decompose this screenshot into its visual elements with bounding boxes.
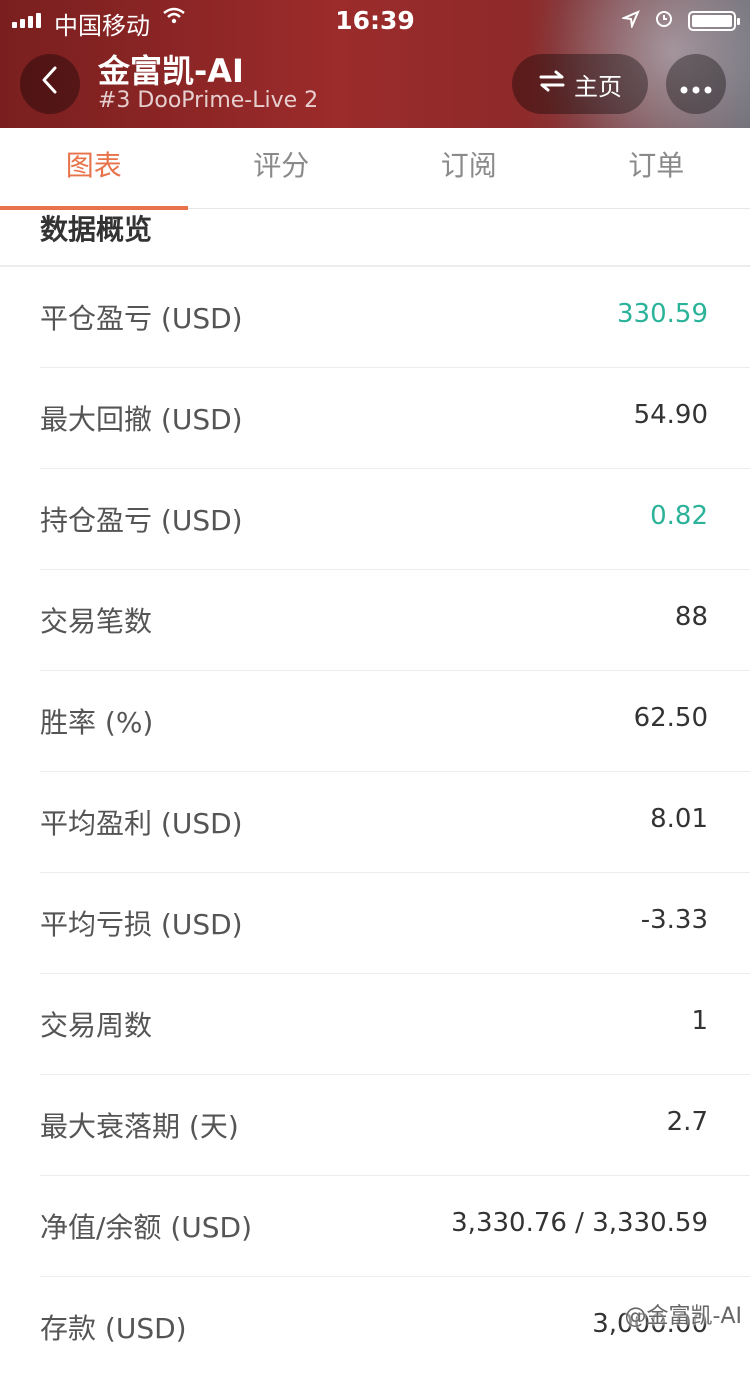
battery-icon [688,11,736,31]
stat-row: 交易笔数 88 [40,570,750,671]
stat-value: 62.50 [634,703,708,733]
more-button[interactable] [666,54,726,114]
stat-value: 88 [675,602,708,632]
more-dots-icon [680,68,712,101]
page-title: 金富凯-AI [98,46,244,92]
watermark: @金富凯-AI [625,1298,742,1330]
section-title: 数据概览 [40,208,152,248]
stat-row: 平均亏损 (USD) -3.33 [40,873,750,974]
stat-row: 胜率 (%) 62.50 [40,671,750,772]
home-button[interactable]: 主页 [512,54,648,114]
stat-value: 3,330.76 / 3,330.59 [451,1208,708,1238]
stat-value: 54.90 [634,400,708,430]
stat-row: 平均盈利 (USD) 8.01 [40,772,750,873]
stat-row: 最大回撤 (USD) 54.90 [40,368,750,469]
tab-chart[interactable]: 图表 [0,128,188,208]
home-button-label: 主页 [574,67,622,102]
swap-icon [538,69,566,99]
stat-label: 平仓盈亏 (USD) [40,297,243,337]
tab-rating[interactable]: 评分 [188,128,376,208]
stat-value: 8.01 [650,804,708,834]
stat-label: 存款 (USD) [40,1307,187,1347]
tab-orders[interactable]: 订单 [563,128,750,208]
stat-label: 净值/余额 (USD) [40,1206,252,1246]
location-icon [622,9,640,33]
chevron-left-icon [40,64,60,104]
stat-label: 持仓盈亏 (USD) [40,499,243,539]
stat-row: 交易周数 1 [40,974,750,1075]
stat-label: 胜率 (%) [40,701,153,741]
stat-value: 0.82 [650,501,708,531]
status-icons [622,8,736,33]
status-bar: 中国移动 16:39 [0,0,750,40]
stats-list: 平仓盈亏 (USD) 330.59 最大回撤 (USD) 54.90 持仓盈亏 … [0,267,750,1377]
stat-value: 1 [691,1006,708,1036]
stat-label: 交易周数 [40,1004,152,1044]
tab-subscribe[interactable]: 订阅 [375,128,563,208]
back-button[interactable] [20,54,80,114]
stat-row: 净值/余额 (USD) 3,330.76 / 3,330.59 [40,1176,750,1277]
stat-label: 交易笔数 [40,600,152,640]
stat-label: 最大衰落期 (天) [40,1105,239,1145]
account-subtitle: #3 DooPrime-Live 2 [98,88,318,113]
stat-label: 平均亏损 (USD) [40,903,243,943]
stat-value: 2.7 [667,1107,708,1137]
stat-row: 最大衰落期 (天) 2.7 [40,1075,750,1176]
alarm-icon [654,8,674,33]
stat-row: 持仓盈亏 (USD) 0.82 [40,469,750,570]
stat-row: 平仓盈亏 (USD) 330.59 [40,267,750,368]
stat-label: 最大回撤 (USD) [40,398,243,438]
app-header: 中国移动 16:39 金富凯-AI #3 DooPrime-Live 2 主页 [0,0,750,128]
stat-value: 330.59 [617,299,708,329]
stat-label: 平均盈利 (USD) [40,802,243,842]
stat-value: -3.33 [641,905,708,935]
tab-bar: 图表 评分 订阅 订单 [0,128,750,209]
